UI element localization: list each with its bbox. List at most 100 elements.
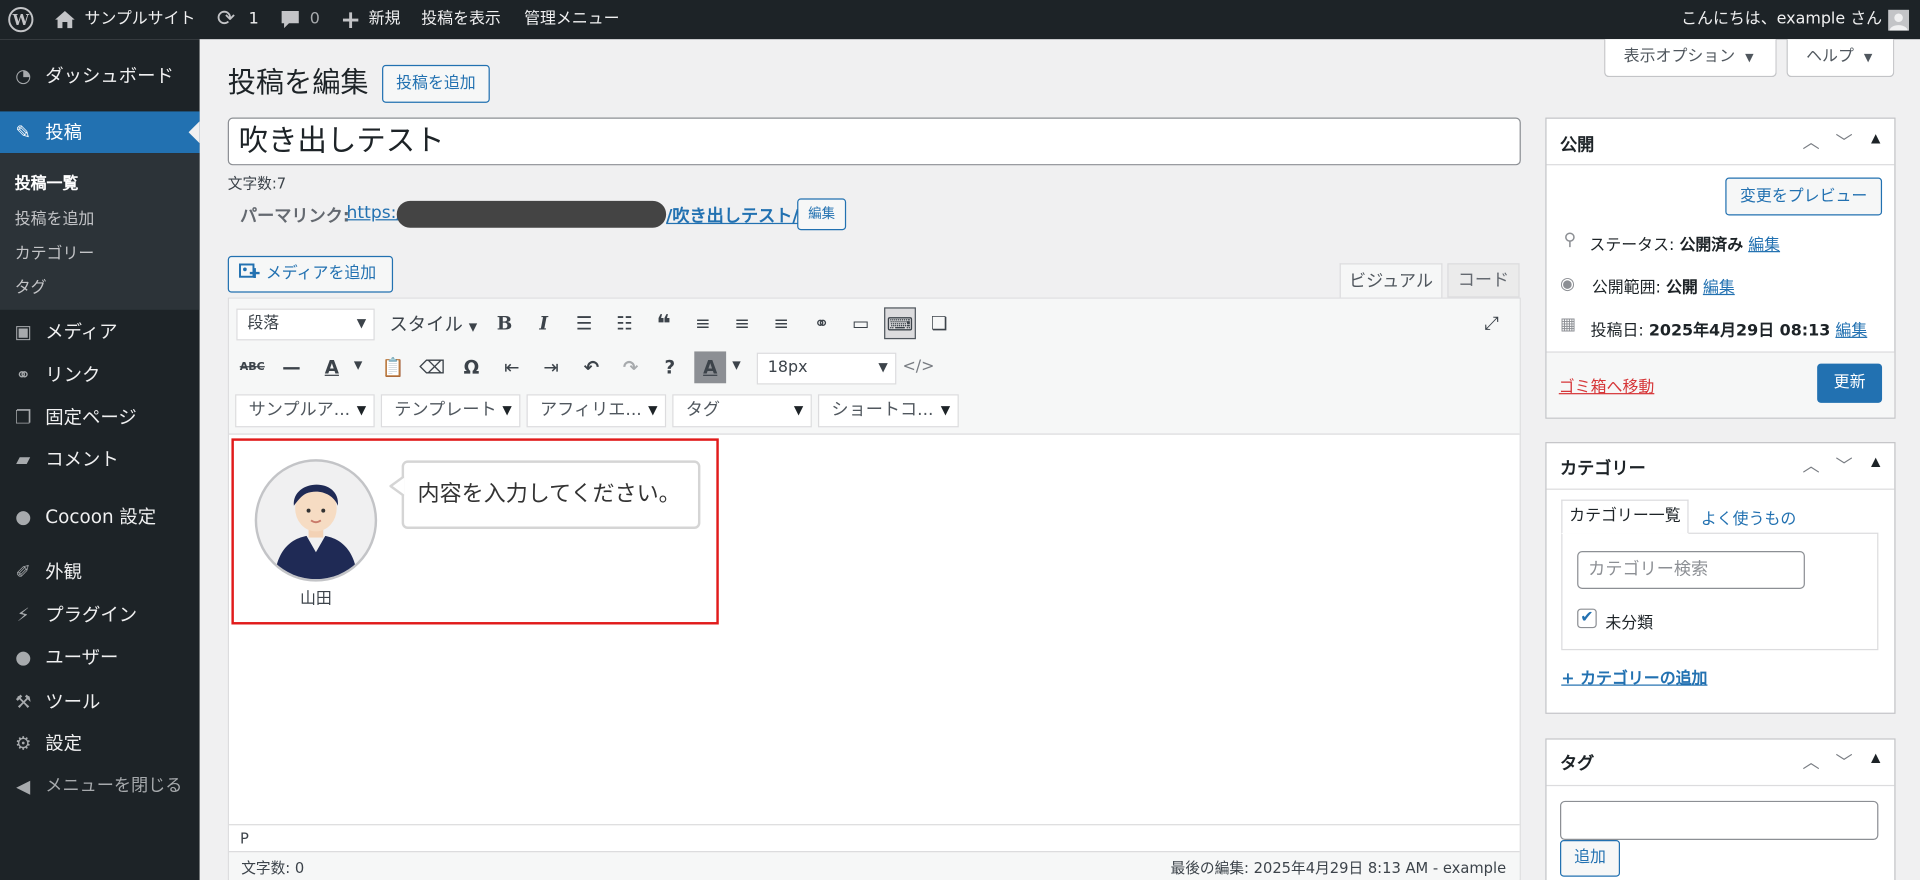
status-edit-link[interactable]: 編集	[1748, 236, 1780, 254]
plus-icon[interactable]: +	[340, 0, 361, 39]
format-select[interactable]: 段落 ▼	[236, 308, 375, 341]
category-search-input[interactable]: カテゴリー検索	[1577, 551, 1805, 589]
sidebar-item-posts[interactable]: ✎ 投稿	[0, 111, 200, 154]
paste-text-icon[interactable]: 📋	[377, 351, 409, 383]
chevron-up-icon[interactable]: ︿	[1802, 749, 1819, 773]
sidebar-item-comments[interactable]: ▰ コメント	[0, 438, 200, 480]
comments-count[interactable]: 0	[310, 0, 320, 39]
add-tag-button[interactable]: 追加	[1560, 840, 1621, 877]
tab-all-categories[interactable]: カテゴリー一覧	[1561, 499, 1689, 534]
date-edit-link[interactable]: 編集	[1835, 322, 1867, 340]
group-select-shortcode[interactable]: ショートコ... ▼	[817, 394, 959, 428]
outdent-icon[interactable]: ⇤	[496, 351, 528, 383]
balloon-text[interactable]: 内容を入力してください。	[401, 460, 701, 529]
new-tag-input[interactable]	[1560, 800, 1879, 841]
sidebar-item-cocoon[interactable]: ● Cocoon 設定	[0, 496, 200, 538]
sidebar-item-settings[interactable]: ⚙ 設定	[0, 722, 200, 764]
update-button[interactable]: 更新	[1817, 363, 1883, 403]
help-button[interactable]: ヘルプ ▼	[1786, 39, 1895, 78]
sidebar-item-dashboard[interactable]: ◔ ダッシュボード	[0, 55, 200, 97]
avatar[interactable]	[1888, 9, 1909, 31]
group-select-template[interactable]: テンプレート ▼	[380, 394, 521, 428]
screen-options-button[interactable]: 表示オプション ▼	[1604, 39, 1777, 78]
submenu-tags[interactable]: タグ	[15, 274, 47, 297]
toggle-panel-icon[interactable]: ▲	[1871, 752, 1880, 765]
visibility-edit-link[interactable]: 編集	[1703, 279, 1735, 297]
tab-visual[interactable]: ビジュアル	[1339, 263, 1443, 299]
submenu-categories[interactable]: カテゴリー	[15, 240, 95, 263]
numbered-list-icon[interactable]: ☷	[609, 307, 641, 339]
bullet-list-icon[interactable]: ☰	[568, 307, 600, 339]
sidebar-item-users[interactable]: ● ユーザー	[0, 637, 200, 679]
comments-icon[interactable]	[279, 0, 301, 39]
indent-icon[interactable]: ⇥	[535, 351, 567, 383]
chevron-up-icon[interactable]: ︿	[1802, 453, 1819, 477]
toggle-panel-icon[interactable]: ▲	[1871, 132, 1880, 145]
sidebar-item-pages[interactable]: ❐ 固定ページ	[0, 397, 200, 439]
group-select-tag[interactable]: タグ ▼	[672, 394, 812, 428]
group-select-affiliate[interactable]: アフィリエ... ▼	[526, 394, 667, 428]
styles-menu[interactable]: スタイル ▼	[389, 311, 477, 337]
copy-icon[interactable]: ❏	[923, 307, 955, 339]
view-post-link[interactable]: 投稿を表示	[421, 0, 501, 39]
font-size-select[interactable]: 18px ▼	[756, 352, 897, 385]
sidebar-item-appearance[interactable]: ✐ 外観	[0, 551, 200, 593]
permalink-slug[interactable]: /吹き出しテスト/	[666, 203, 799, 227]
add-category-link[interactable]: + カテゴリーの追加	[1561, 665, 1707, 688]
sidebar-item-media[interactable]: ▣ メディア	[0, 311, 200, 353]
undo-icon[interactable]: ↶	[576, 351, 608, 383]
post-title-input[interactable]: 吹き出しテスト	[227, 117, 1521, 166]
new-content-link[interactable]: 新規	[369, 0, 401, 39]
tab-code[interactable]: コード	[1447, 263, 1520, 298]
italic-icon[interactable]: I	[528, 307, 560, 339]
add-media-button[interactable]: メディアを追加	[227, 255, 394, 293]
text-color-icon[interactable]: A	[316, 351, 348, 383]
read-more-icon[interactable]: ▭	[845, 307, 877, 339]
group-select-sample[interactable]: サンプルア... ▼	[235, 394, 375, 428]
trash-link[interactable]: ゴミ箱へ移動	[1559, 373, 1655, 396]
collapse-menu-button[interactable]: ◀ メニューを閉じる	[0, 765, 200, 807]
insert-link-icon[interactable]: ⚭	[806, 307, 838, 339]
tab-popular-categories[interactable]: よく使うもの	[1701, 506, 1797, 529]
checkbox-uncategorized[interactable]: ✔	[1577, 608, 1597, 629]
sidebar-item-tools[interactable]: ⚒ ツール	[0, 681, 200, 723]
chevron-up-icon[interactable]: ︿	[1802, 130, 1819, 154]
home-icon[interactable]	[54, 0, 76, 39]
align-left-icon[interactable]: ≡	[687, 307, 719, 339]
wordpress-logo-icon[interactable]: W	[7, 0, 34, 39]
clear-format-icon[interactable]: ⌫	[416, 351, 448, 383]
chevron-down-icon[interactable]: ﹀	[1836, 749, 1853, 773]
chevron-down-icon[interactable]: ﹀	[1836, 453, 1853, 477]
horizontal-line-icon[interactable]: —	[276, 351, 308, 383]
special-char-icon[interactable]: Ω	[456, 351, 488, 383]
bold-icon[interactable]: B	[489, 307, 521, 339]
code-icon[interactable]: </>	[902, 351, 934, 383]
admin-menu-link[interactable]: 管理メニュー	[524, 0, 620, 39]
user-icon: ●	[15, 646, 32, 669]
sidebar-item-links[interactable]: ⚭ リンク	[0, 354, 200, 396]
fullscreen-icon[interactable]: ⤢	[1476, 307, 1508, 339]
background-color-icon[interactable]: A	[694, 351, 727, 384]
site-name-link[interactable]: サンプルサイト	[84, 0, 195, 39]
permalink-edit-button[interactable]: 編集	[797, 198, 847, 231]
align-center-icon[interactable]: ≡	[726, 307, 758, 339]
sidebar-item-plugins[interactable]: ⚡ プラグイン	[0, 594, 200, 636]
preview-changes-button[interactable]: 変更をプレビュー	[1725, 177, 1883, 216]
blockquote-icon[interactable]: ❝	[648, 307, 680, 339]
caret-down-icon[interactable]: ▼	[732, 360, 740, 372]
strikethrough-icon[interactable]: ABC	[236, 351, 268, 383]
align-right-icon[interactable]: ≡	[765, 307, 797, 339]
help-icon[interactable]: ?	[654, 351, 686, 383]
caret-down-icon[interactable]: ▼	[354, 360, 362, 372]
submenu-add-post[interactable]: 投稿を追加	[15, 206, 95, 229]
add-new-post-button[interactable]: 投稿を追加	[382, 64, 490, 103]
toggle-panel-icon[interactable]: ▲	[1871, 456, 1880, 469]
updates-icon[interactable]: ⟳	[217, 0, 235, 39]
submenu-all-posts[interactable]: 投稿一覧	[15, 170, 79, 193]
greeting-link[interactable]: こんにちは、example さん	[1681, 0, 1882, 39]
chevron-down-icon[interactable]: ﹀	[1836, 130, 1853, 154]
updates-count[interactable]: 1	[249, 0, 259, 39]
redo-icon[interactable]: ↷	[615, 351, 647, 383]
speaker-avatar	[254, 459, 378, 582]
toolbar-toggle-icon[interactable]: ⌨	[884, 307, 916, 340]
